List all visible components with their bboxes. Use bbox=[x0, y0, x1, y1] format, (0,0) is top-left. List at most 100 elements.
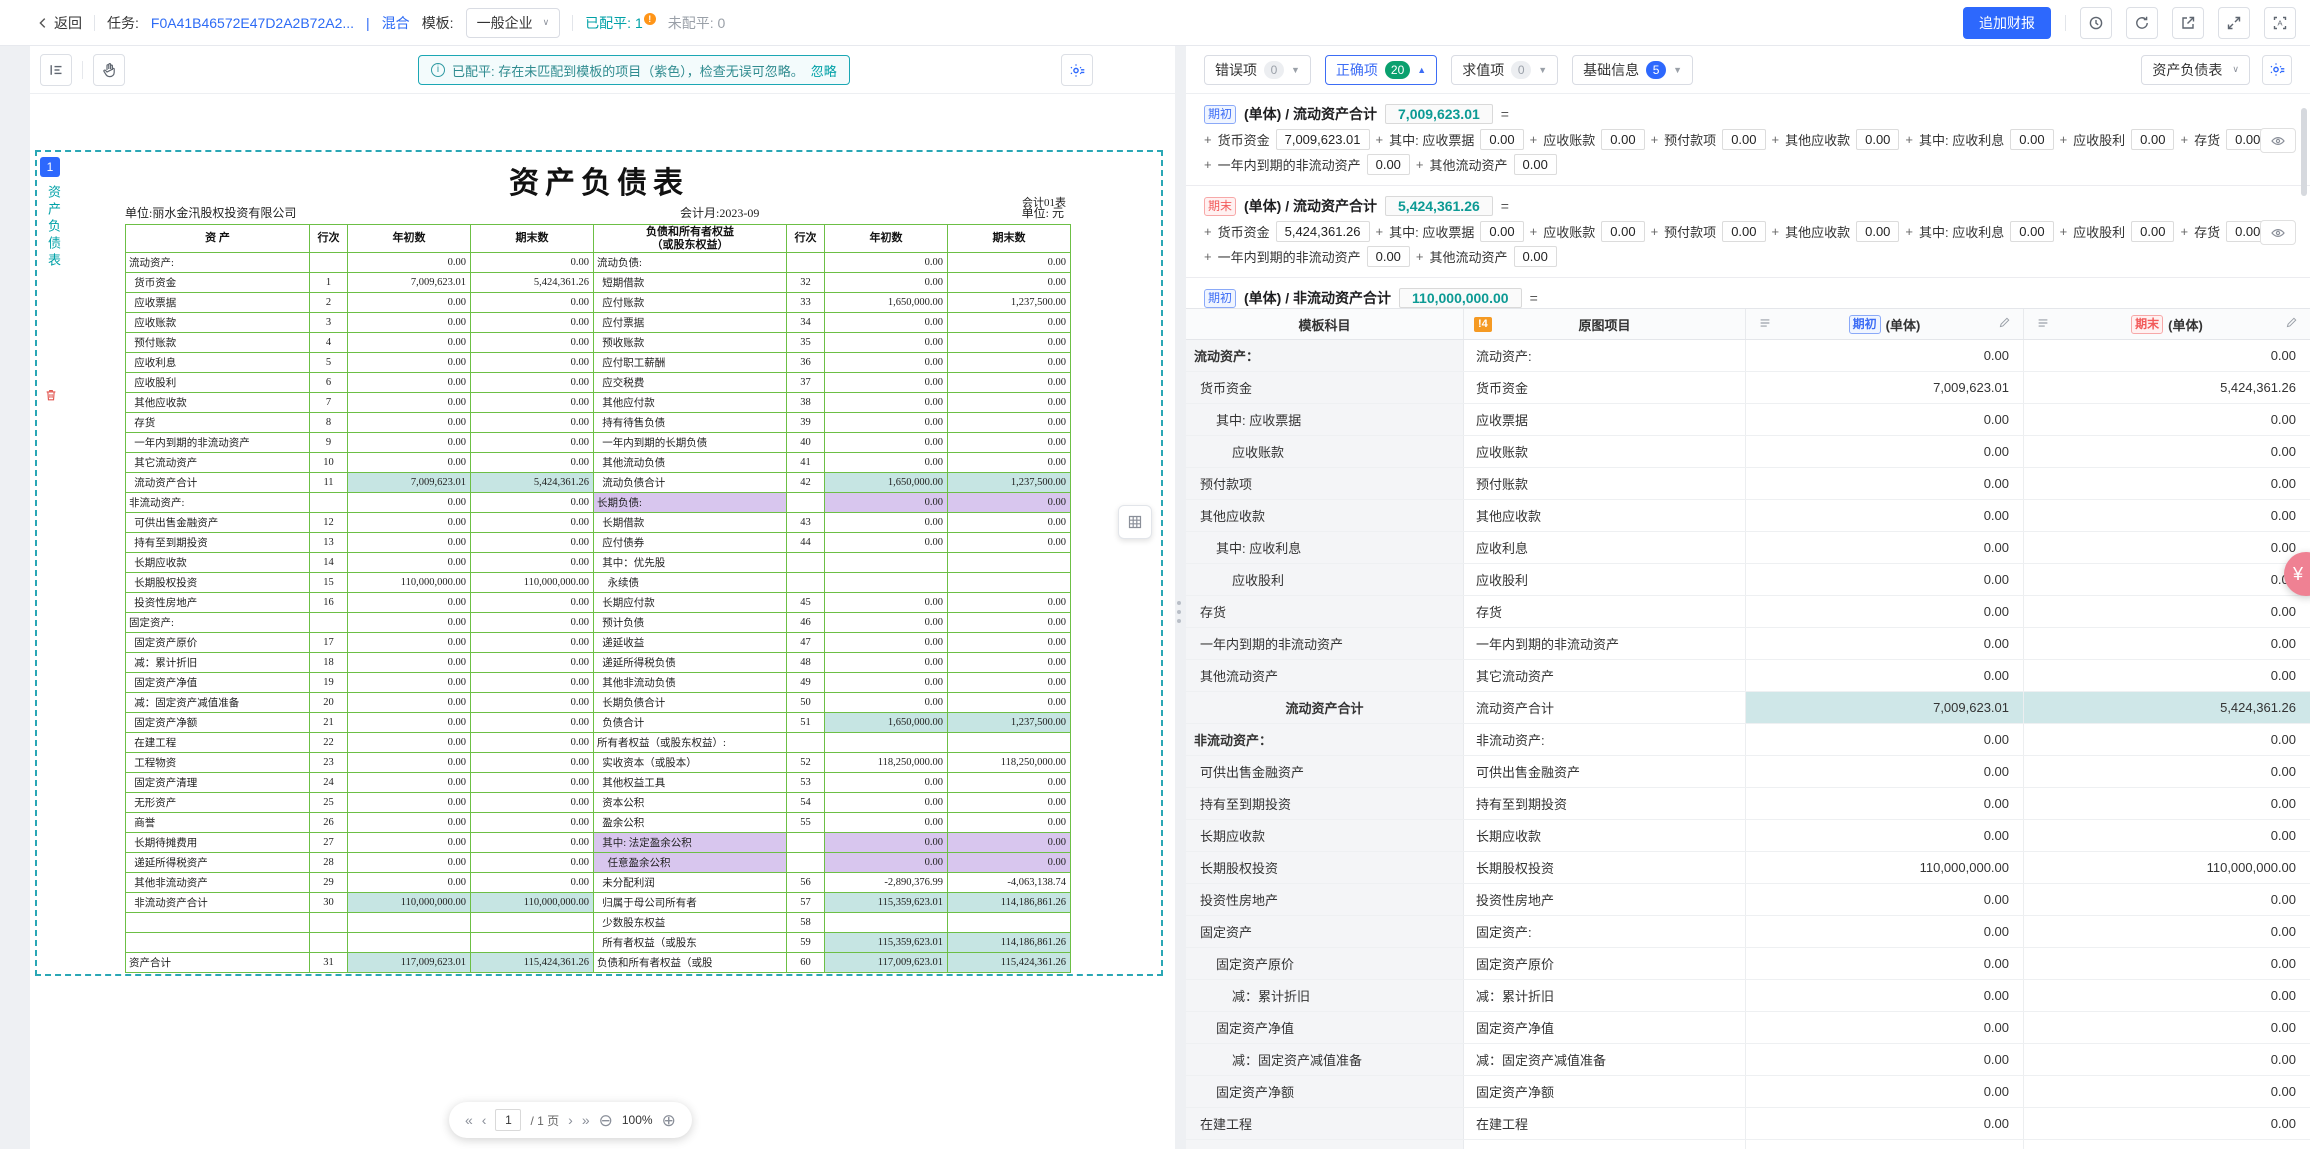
match-table-row[interactable]: 减：累计折旧减：累计折旧0.000.00 bbox=[1186, 980, 2310, 1012]
first-page-button[interactable]: « bbox=[465, 1113, 473, 1127]
match-table-row[interactable]: 非流动资产：非流动资产:0.000.00 bbox=[1186, 724, 2310, 756]
opening-value-cell[interactable]: 0.00 bbox=[1746, 724, 2024, 755]
filter-button-求值项[interactable]: 求值项0▼ bbox=[1451, 55, 1558, 85]
back-button[interactable]: 返回 bbox=[36, 13, 82, 33]
pencil-icon[interactable] bbox=[2285, 316, 2298, 332]
ignore-link[interactable]: 忽略 bbox=[811, 61, 837, 80]
opening-value-cell[interactable]: 0.00 bbox=[1746, 500, 2024, 531]
last-page-button[interactable]: » bbox=[582, 1113, 590, 1127]
formula-total-value[interactable]: 7,009,623.01 bbox=[1385, 104, 1493, 124]
operand-value[interactable]: 0.00 bbox=[1601, 221, 1644, 242]
match-table-row[interactable]: 在建工程在建工程0.000.00 bbox=[1186, 1108, 2310, 1140]
operand-value[interactable]: 7,009,623.01 bbox=[1276, 129, 1370, 150]
closing-value-cell[interactable]: 0.00 bbox=[2024, 1108, 2310, 1139]
operand-value[interactable]: 0.00 bbox=[1722, 129, 1765, 150]
opening-value-cell[interactable]: 0.00 bbox=[1746, 788, 2024, 819]
opening-value-cell[interactable]: 7,009,623.01 bbox=[1746, 372, 2024, 403]
hamburger-icon[interactable] bbox=[2036, 316, 2050, 333]
formula-total-value[interactable]: 110,000,000.00 bbox=[1399, 288, 1522, 308]
warning-count-badge[interactable]: !4 bbox=[1474, 317, 1492, 332]
match-table-row[interactable]: 流动资产：流动资产:0.000.00 bbox=[1186, 340, 2310, 372]
pencil-icon[interactable] bbox=[1998, 316, 2011, 332]
trash-icon[interactable] bbox=[44, 388, 58, 407]
opening-value-cell[interactable]: 0.00 bbox=[1746, 628, 2024, 659]
opening-value-cell[interactable]: 0.00 bbox=[1746, 564, 2024, 595]
match-table-row[interactable]: 减：固定资产减值准备减：固定资产减值准备0.000.00 bbox=[1186, 1044, 2310, 1076]
refresh-button[interactable] bbox=[2126, 7, 2158, 39]
closing-value-cell[interactable]: 0.00 bbox=[2024, 1140, 2310, 1149]
match-table-row[interactable]: 固定资产净值固定资产净值0.000.00 bbox=[1186, 1012, 2310, 1044]
match-table-row[interactable]: 固定资产原价固定资产原价0.000.00 bbox=[1186, 948, 2310, 980]
opening-value-cell[interactable]: 0.00 bbox=[1746, 820, 2024, 851]
closing-value-cell[interactable]: 0.00 bbox=[2024, 884, 2310, 915]
operand-value[interactable]: 0.00 bbox=[2010, 221, 2053, 242]
opening-value-cell[interactable]: 0.00 bbox=[1746, 1076, 2024, 1107]
match-table-row[interactable]: 投资性房地产投资性房地产0.000.00 bbox=[1186, 884, 2310, 916]
closing-value-cell[interactable]: 0.00 bbox=[2024, 1044, 2310, 1075]
closing-value-cell[interactable]: 5,424,361.26 bbox=[2024, 692, 2310, 723]
sheet-select[interactable]: 资产负债表 ∨ bbox=[2141, 55, 2250, 85]
closing-value-cell[interactable]: 0.00 bbox=[2024, 596, 2310, 627]
operand-value[interactable]: 0.00 bbox=[1480, 221, 1523, 242]
closing-value-cell[interactable]: 0.00 bbox=[2024, 628, 2310, 659]
closing-value-cell[interactable]: 0.00 bbox=[2024, 1012, 2310, 1043]
opening-value-cell[interactable]: 0.00 bbox=[1746, 1108, 2024, 1139]
match-table-row[interactable]: 存货存货0.000.00 bbox=[1186, 596, 2310, 628]
match-table-row[interactable]: 一年内到期的非流动资产一年内到期的非流动资产0.000.00 bbox=[1186, 628, 2310, 660]
zoom-out-button[interactable]: ⊖ bbox=[599, 1112, 613, 1129]
operand-value[interactable]: 0.00 bbox=[1856, 221, 1899, 242]
closing-value-cell[interactable]: 0.00 bbox=[2024, 404, 2310, 435]
closing-value-cell[interactable]: 0.00 bbox=[2024, 564, 2310, 595]
operand-value[interactable]: 0.00 bbox=[1367, 154, 1410, 175]
doc-settings-button[interactable] bbox=[1061, 54, 1093, 86]
opening-value-cell[interactable]: 0.00 bbox=[1746, 1140, 2024, 1149]
task-id-link[interactable]: F0A41B46572E47D2A2B72A2... bbox=[151, 15, 354, 31]
opening-value-cell[interactable]: 0.00 bbox=[1746, 468, 2024, 499]
sheet-settings-button[interactable] bbox=[2262, 55, 2292, 85]
opening-value-cell[interactable]: 110,000,000.00 bbox=[1746, 852, 2024, 883]
panel-resize-handle[interactable] bbox=[1176, 592, 1182, 632]
closing-value-cell[interactable]: 0.00 bbox=[2024, 980, 2310, 1011]
closing-value-cell[interactable]: 0.00 bbox=[2024, 788, 2310, 819]
closing-value-cell[interactable]: 110,000,000.00 bbox=[2024, 852, 2310, 883]
match-table-row[interactable]: 其中: 应收票据应收票据0.000.00 bbox=[1186, 404, 2310, 436]
closing-value-cell[interactable]: 0.00 bbox=[2024, 500, 2310, 531]
match-table-row[interactable]: 应收股利应收股利0.000.00 bbox=[1186, 564, 2310, 596]
zoom-in-button[interactable]: ⊕ bbox=[662, 1112, 676, 1129]
match-table-row[interactable]: 持有至到期投资持有至到期投资0.000.00 bbox=[1186, 788, 2310, 820]
closing-value-cell[interactable]: 0.00 bbox=[2024, 916, 2310, 947]
opening-value-cell[interactable]: 0.00 bbox=[1746, 436, 2024, 467]
operand-value[interactable]: 0.00 bbox=[1601, 129, 1644, 150]
eye-button[interactable] bbox=[2260, 220, 2296, 245]
open-external-button[interactable] bbox=[2172, 7, 2204, 39]
opening-value-cell[interactable]: 0.00 bbox=[1746, 916, 2024, 947]
grid-view-button[interactable] bbox=[1118, 505, 1152, 539]
template-select[interactable]: 一般企业 ∨ bbox=[466, 8, 561, 38]
balance-sheet-page[interactable]: 1 资产负债表 资产负债表 会计01表 单位:丽水金汛股权投资有限公司 会计月:… bbox=[35, 150, 1163, 976]
fullscreen-button[interactable] bbox=[2218, 7, 2250, 39]
match-table-row[interactable]: 固定资产固定资产:0.000.00 bbox=[1186, 916, 2310, 948]
closing-value-cell[interactable]: 0.00 bbox=[2024, 436, 2310, 467]
opening-value-cell[interactable]: 0.00 bbox=[1746, 948, 2024, 979]
match-table-row[interactable]: 工程物资工程物资0.000.00 bbox=[1186, 1140, 2310, 1149]
closing-value-cell[interactable]: 0.00 bbox=[2024, 468, 2310, 499]
filter-button-错误项[interactable]: 错误项0▼ bbox=[1204, 55, 1311, 85]
closing-value-cell[interactable]: 0.00 bbox=[2024, 724, 2310, 755]
operand-value[interactable]: 0.00 bbox=[2131, 129, 2174, 150]
operand-value[interactable]: 0.00 bbox=[1856, 129, 1899, 150]
opening-value-cell[interactable]: 0.00 bbox=[1746, 404, 2024, 435]
prev-page-button[interactable]: ‹ bbox=[482, 1113, 487, 1127]
operand-value[interactable]: 0.00 bbox=[2131, 221, 2174, 242]
outline-toggle-button[interactable] bbox=[40, 54, 72, 86]
formula-total-value[interactable]: 5,424,361.26 bbox=[1385, 196, 1493, 216]
match-table-row[interactable]: 其他流动资产其它流动资产0.000.00 bbox=[1186, 660, 2310, 692]
operand-value[interactable]: 0.00 bbox=[1367, 246, 1410, 267]
operand-value[interactable]: 0.00 bbox=[1722, 221, 1765, 242]
pan-tool-button[interactable] bbox=[93, 54, 125, 86]
closing-value-cell[interactable]: 0.00 bbox=[2024, 340, 2310, 371]
page-input[interactable] bbox=[495, 1109, 521, 1131]
closing-value-cell[interactable]: 0.00 bbox=[2024, 532, 2310, 563]
match-table-row[interactable]: 其他应收款其他应收款0.000.00 bbox=[1186, 500, 2310, 532]
scrollbar-thumb[interactable] bbox=[2301, 108, 2307, 196]
opening-value-cell[interactable]: 0.00 bbox=[1746, 756, 2024, 787]
